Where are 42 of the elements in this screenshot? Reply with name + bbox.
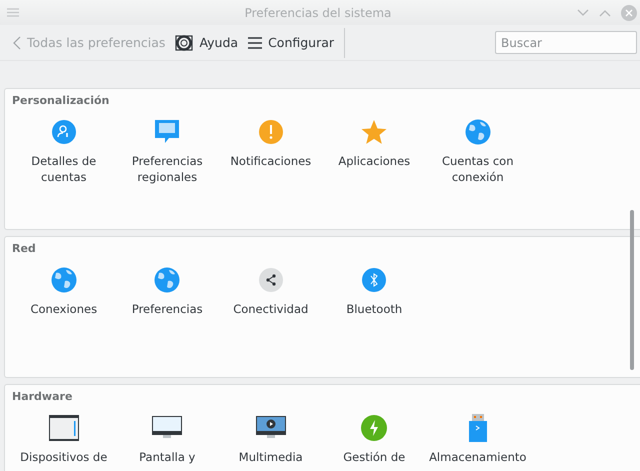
section-heading: Personalización xyxy=(12,94,110,107)
monitor-icon xyxy=(152,416,182,440)
window-menu-icon[interactable] xyxy=(7,8,19,17)
usb-drive-icon xyxy=(468,414,488,442)
section-heading: Red xyxy=(12,242,37,255)
module-label[interactable]: Cuentas con conexión xyxy=(426,153,530,185)
module-label[interactable]: Gestión de xyxy=(326,449,422,465)
module-label[interactable]: Notificaciones xyxy=(222,153,319,169)
window-icon xyxy=(48,415,79,441)
globe-icon xyxy=(50,267,77,293)
share-icon xyxy=(258,268,283,292)
globe-icon xyxy=(464,119,491,145)
maximize-icon[interactable] xyxy=(599,8,611,16)
window-title: Preferencias del sistema xyxy=(244,6,392,20)
help-button[interactable]: Ayuda xyxy=(170,32,244,54)
minimize-icon[interactable] xyxy=(577,8,589,16)
speech-bubble-icon xyxy=(154,119,180,145)
module-label[interactable]: Detalles de cuentas xyxy=(12,153,116,185)
module-label[interactable]: Preferencias xyxy=(119,301,216,317)
module-label[interactable]: Dispositivos de xyxy=(16,449,112,465)
module-label[interactable]: Aplicaciones xyxy=(326,153,422,169)
module-label[interactable]: Conectividad xyxy=(222,301,319,317)
user-icon xyxy=(52,120,76,144)
scrollbar-thumb[interactable] xyxy=(630,210,634,370)
configure-button[interactable]: Configurar xyxy=(243,32,340,54)
star-icon xyxy=(361,120,388,144)
bluetooth-icon xyxy=(362,268,386,292)
module-label[interactable]: Pantalla y xyxy=(119,449,216,465)
search-field[interactable]: Buscar xyxy=(495,31,637,54)
module-label[interactable]: Almacenamiento xyxy=(429,449,526,465)
menu-icon xyxy=(248,36,262,48)
module-label[interactable]: Bluetooth xyxy=(326,301,422,317)
power-bolt-icon xyxy=(361,415,388,441)
globe-icon xyxy=(154,267,180,293)
lifebuoy-icon xyxy=(175,34,194,50)
video-player-icon xyxy=(256,416,286,440)
module-label[interactable]: Conexiones xyxy=(16,301,112,317)
module-label[interactable]: Preferencias regionales xyxy=(116,153,219,185)
module-label[interactable]: Multimedia xyxy=(222,449,319,465)
section-heading: Hardware xyxy=(12,390,74,403)
warning-icon xyxy=(258,120,283,144)
close-icon[interactable] xyxy=(621,4,637,20)
